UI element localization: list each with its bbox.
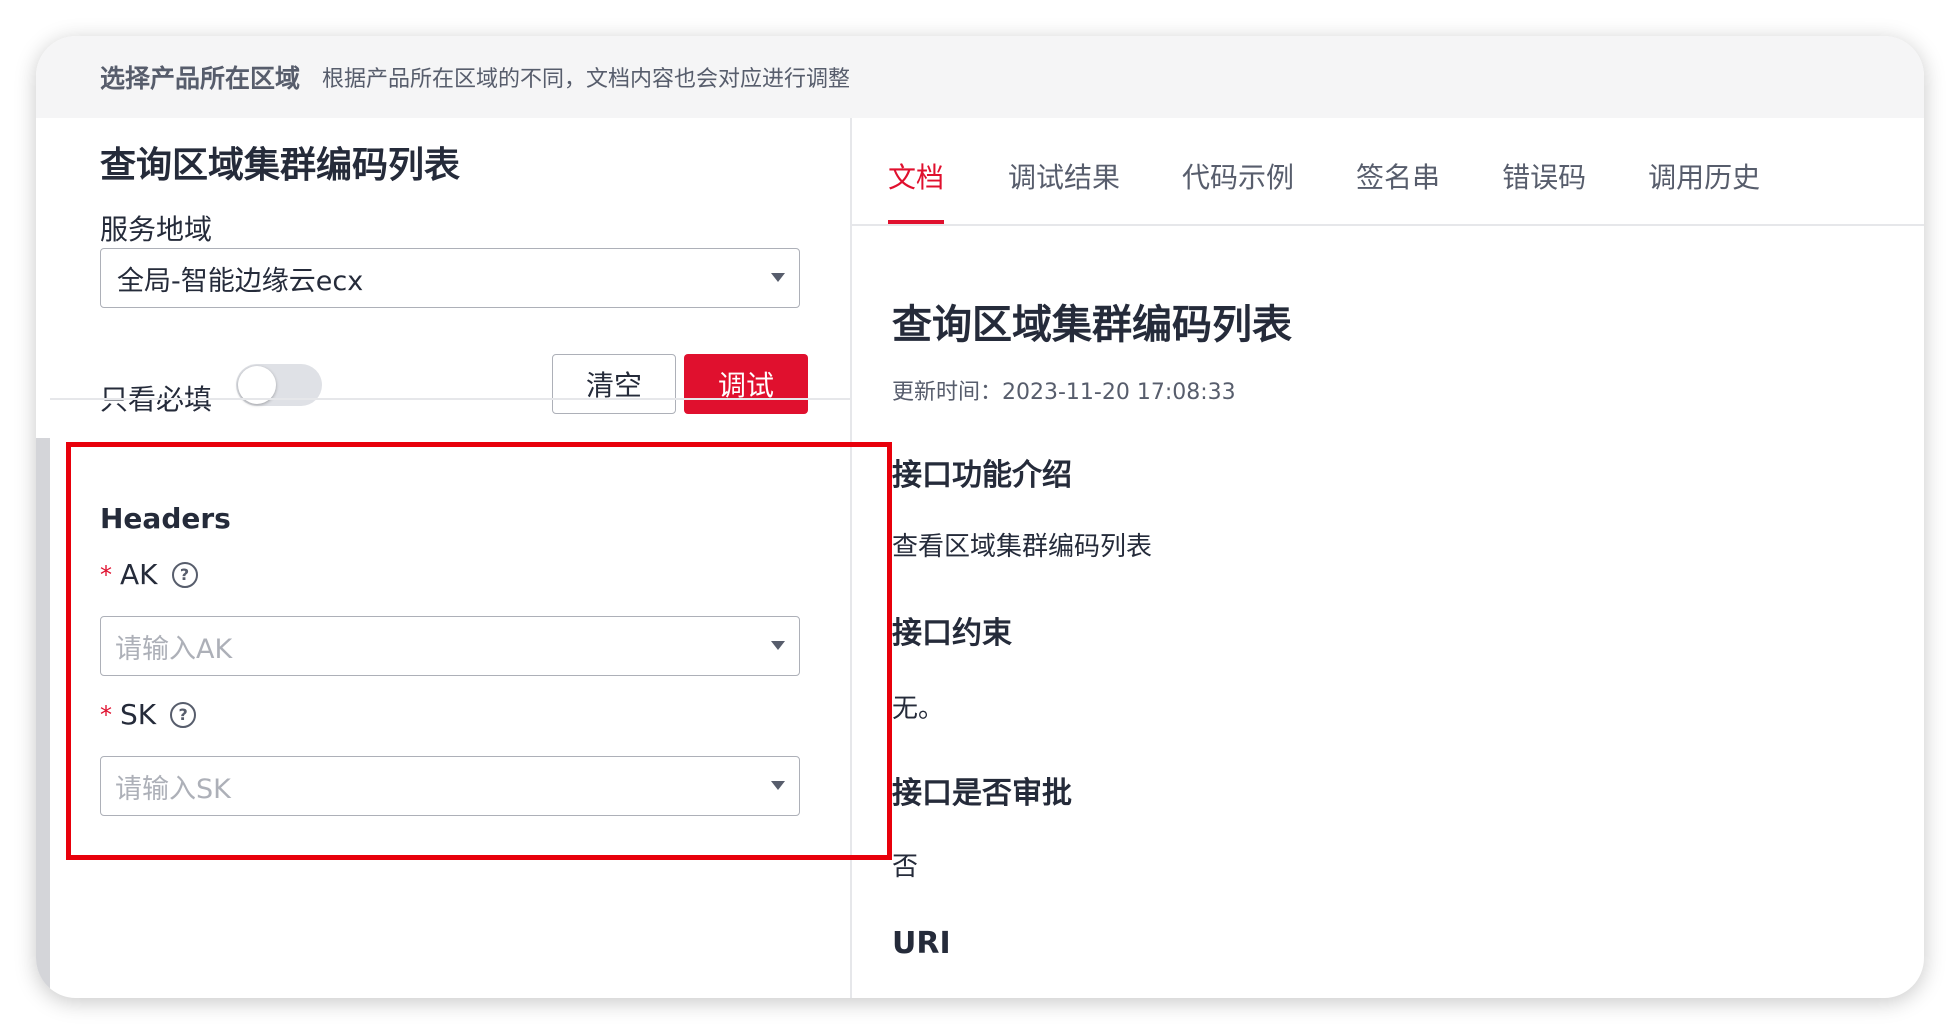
doc-updated-time: 更新时间：2023-11-20 17:08:33 [892, 380, 1236, 405]
sk-input[interactable]: 请输入SK [100, 756, 800, 816]
help-icon[interactable]: ? [170, 701, 197, 728]
service-region-label: 服务地域 [100, 213, 213, 246]
doc-section-body: 否 [892, 852, 919, 882]
scrollbar-track [36, 118, 50, 438]
headers-section-title: Headers [100, 502, 231, 535]
sk-param-label: * SK ? [100, 698, 197, 731]
ak-label-text: AK [120, 558, 158, 591]
region-selector-title[interactable]: 选择产品所在区域 [100, 59, 300, 95]
required-marker: * [100, 560, 112, 589]
sk-placeholder: 请输入SK [115, 773, 231, 805]
doc-title: 查询区域集群编码列表 [892, 302, 1292, 348]
debug-button[interactable]: 调试 [684, 354, 808, 414]
required-marker: * [100, 700, 112, 729]
caret-down-icon [771, 781, 785, 790]
region-selector-description: 根据产品所在区域的不同，文档内容也会对应进行调整 [322, 67, 851, 92]
ak-param-label: * AK ? [100, 558, 198, 591]
doc-section-body: 查看区域集群编码列表 [892, 532, 1153, 562]
doc-section-heading: 接口功能介绍 [892, 458, 1072, 493]
ak-placeholder: 请输入AK [115, 633, 233, 665]
tab-code-example[interactable]: 代码示例 [1182, 134, 1294, 224]
doc-section-heading: URI [892, 926, 951, 961]
api-explorer-card: 选择产品所在区域 根据产品所在区域的不同，文档内容也会对应进行调整 查询区域集群… [36, 36, 1924, 998]
service-region-select[interactable]: 全局-智能边缘云ecx [100, 248, 800, 308]
tabs-divider [852, 224, 1924, 226]
tab-call-history[interactable]: 调用历史 [1648, 134, 1760, 224]
help-icon[interactable]: ? [171, 561, 198, 588]
caret-down-icon [771, 641, 785, 650]
doc-section-heading: 接口是否审批 [892, 776, 1072, 811]
tab-error-codes[interactable]: 错误码 [1502, 134, 1586, 224]
left-scrollbar-thumb[interactable] [36, 438, 50, 998]
doc-tabs: 文档 调试结果 代码示例 签名串 错误码 调用历史 [888, 134, 1760, 224]
tab-signature[interactable]: 签名串 [1356, 134, 1440, 224]
doc-section-body: 无。 [892, 694, 945, 724]
api-title: 查询区域集群编码列表 [100, 145, 461, 186]
service-region-value: 全局-智能边缘云ecx [117, 265, 364, 297]
tab-debug-result[interactable]: 调试结果 [1008, 134, 1120, 224]
caret-down-icon [771, 273, 785, 282]
clear-button[interactable]: 清空 [552, 354, 676, 414]
region-selector-bar[interactable]: 选择产品所在区域 根据产品所在区域的不同，文档内容也会对应进行调整 [36, 36, 1924, 118]
section-divider [50, 398, 850, 400]
doc-section-heading: 接口约束 [892, 616, 1012, 651]
sk-label-text: SK [120, 698, 157, 731]
ak-input[interactable]: 请输入AK [100, 616, 800, 676]
tab-docs[interactable]: 文档 [888, 134, 945, 224]
